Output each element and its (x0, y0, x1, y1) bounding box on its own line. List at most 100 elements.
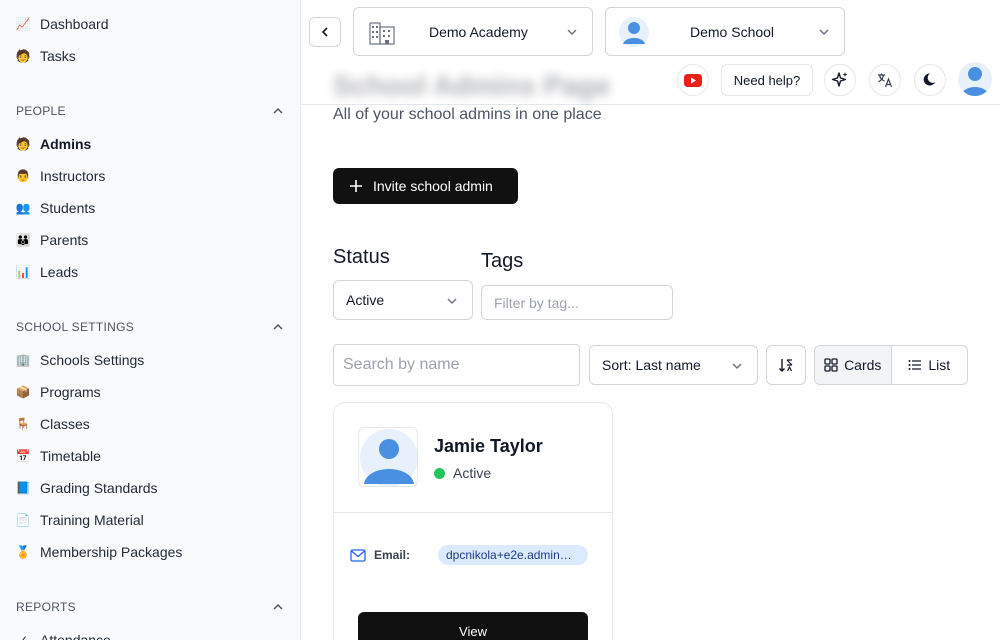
chart-emoji-icon: 📈 (15, 17, 31, 31)
parents-emoji-icon: 👪 (15, 233, 31, 247)
status-text: Active (453, 465, 492, 481)
sidebar-item-label: Classes (40, 416, 90, 432)
back-button[interactable] (309, 17, 341, 47)
badge-emoji-icon: 🏅 (15, 545, 31, 559)
dark-mode-button[interactable] (914, 64, 946, 96)
view-list-label: List (928, 357, 951, 373)
chevron-down-icon (447, 298, 457, 305)
chevron-up-icon (273, 603, 283, 610)
sidebar-item-dashboard[interactable]: 📈 Dashboard (16, 12, 109, 36)
mail-icon (350, 548, 366, 562)
section-title: REPORTS (16, 600, 76, 614)
sidebar-item-label: Programs (40, 384, 101, 400)
sidebar-item-parents[interactable]: 👪 Parents (15, 228, 89, 252)
grid-icon (824, 358, 838, 372)
academy-select[interactable]: Demo Academy (353, 7, 593, 56)
avatar-icon (961, 67, 989, 96)
top-bar: Demo Academy Demo School School Admins P… (301, 0, 1000, 105)
sort-select[interactable]: Sort: Last name (589, 345, 758, 385)
sidebar-item-label: Training Material (40, 512, 144, 528)
sidebar-item-label: Membership Packages (40, 544, 183, 560)
check-icon: ✓ (17, 633, 29, 640)
avatar-icon (360, 429, 417, 486)
status-select-value: Active (346, 292, 385, 308)
sort-select-value: Sort: Last name (602, 357, 701, 373)
sidebar-item-instructors[interactable]: 👨 Instructors (15, 164, 106, 188)
section-title: SCHOOL SETTINGS (16, 320, 135, 334)
view-admin-button[interactable]: View (358, 612, 588, 640)
tag-filter-input[interactable] (481, 285, 673, 320)
sidebar-item-classes[interactable]: 🪑 Classes (16, 412, 90, 436)
chair-emoji-icon: 🪑 (15, 417, 31, 431)
box-emoji-icon: 📦 (15, 385, 31, 399)
sidebar-item-label: Grading Standards (40, 480, 158, 496)
chevron-up-icon (273, 323, 283, 330)
avatar (358, 427, 418, 487)
sidebar-item-admins[interactable]: 🧑 Admins (15, 132, 92, 156)
sidebar-item-training-material[interactable]: 📄 Training Material (16, 508, 144, 532)
section-title: PEOPLE (16, 104, 66, 118)
sidebar-item-leads[interactable]: 📊 Leads (15, 260, 79, 284)
sidebar-item-label: Instructors (40, 168, 106, 184)
section-header-reports[interactable]: REPORTS (16, 597, 284, 617)
view-list-button[interactable]: List (892, 346, 968, 384)
sidebar-item-label: Schools Settings (40, 352, 145, 368)
instructor-emoji-icon: 👨 (15, 169, 31, 183)
sort-direction-button[interactable] (766, 345, 806, 385)
sidebar-item-schools-settings[interactable]: 🏢 Schools Settings (15, 348, 145, 372)
invite-admin-button[interactable]: Invite school admin (333, 168, 518, 204)
view-cards-label: Cards (844, 357, 882, 373)
chevron-up-icon (273, 107, 283, 114)
sidebar: 📈 Dashboard 🧑 Tasks PEOPLE 🧑 Admins 👨 In… (0, 0, 301, 640)
school-select[interactable]: Demo School (605, 7, 845, 56)
sidebar-item-label: Timetable (40, 448, 101, 464)
sidebar-item-label: Admins (40, 136, 92, 152)
list-icon (908, 360, 922, 370)
status-filter-label: Status (333, 246, 390, 268)
youtube-button[interactable] (677, 64, 709, 96)
youtube-icon (684, 73, 702, 87)
status-dot-icon (434, 467, 445, 479)
need-help-button[interactable]: Need help? (721, 64, 813, 96)
bar-chart-emoji-icon: 📊 (15, 265, 31, 279)
search-input[interactable] (333, 344, 580, 386)
sidebar-item-label: Tasks (40, 48, 76, 64)
chevron-left-icon (321, 27, 328, 37)
card-divider (334, 512, 612, 513)
admin-name: Jamie Taylor (434, 436, 543, 456)
invite-admin-label: Invite school admin (373, 178, 493, 194)
sidebar-item-label: Parents (40, 232, 89, 248)
sidebar-item-students[interactable]: 👥 Students (16, 196, 96, 220)
view-cards-button[interactable]: Cards (815, 346, 892, 384)
admin-status: Active (434, 465, 491, 481)
chevron-down-icon (732, 363, 742, 370)
status-select[interactable]: Active (333, 280, 473, 320)
sidebar-item-label: Dashboard (40, 16, 109, 32)
sidebar-item-programs[interactable]: 📦 Programs (16, 380, 101, 404)
admin-emoji-icon: 🧑 (15, 137, 31, 151)
building-emoji-icon: 🏢 (15, 353, 31, 367)
tags-filter-label: Tags (481, 250, 524, 272)
language-button[interactable] (869, 64, 901, 96)
plus-icon (350, 180, 362, 192)
sidebar-item-attendance[interactable]: ✓ Attendance (16, 628, 111, 640)
building-icon (369, 22, 395, 45)
section-header-people[interactable]: PEOPLE (16, 101, 284, 121)
section-header-school-settings[interactable]: SCHOOL SETTINGS (16, 317, 284, 337)
sidebar-item-grading-standards[interactable]: 📘 Grading Standards (16, 476, 158, 500)
sort-direction-icon (779, 359, 793, 372)
moon-icon (923, 73, 936, 86)
email-value[interactable]: dpcnikola+e2e.admin@gmail.com (438, 545, 588, 565)
sidebar-item-timetable[interactable]: 📅 Timetable (16, 444, 101, 468)
sidebar-item-label: Leads (40, 264, 79, 280)
document-emoji-icon: 📄 (15, 513, 31, 527)
sidebar-item-membership-packages[interactable]: 🏅 Membership Packages (15, 540, 183, 564)
sidebar-item-label: Attendance (40, 632, 111, 640)
user-avatar-button[interactable] (958, 62, 992, 96)
academy-select-value: Demo Academy (429, 24, 528, 40)
ai-sparkle-button[interactable] (824, 64, 856, 96)
sparkle-icon (831, 72, 848, 87)
avatar-icon (619, 17, 649, 47)
chevron-down-icon (819, 29, 829, 36)
sidebar-item-tasks[interactable]: 🧑 Tasks (16, 44, 76, 68)
